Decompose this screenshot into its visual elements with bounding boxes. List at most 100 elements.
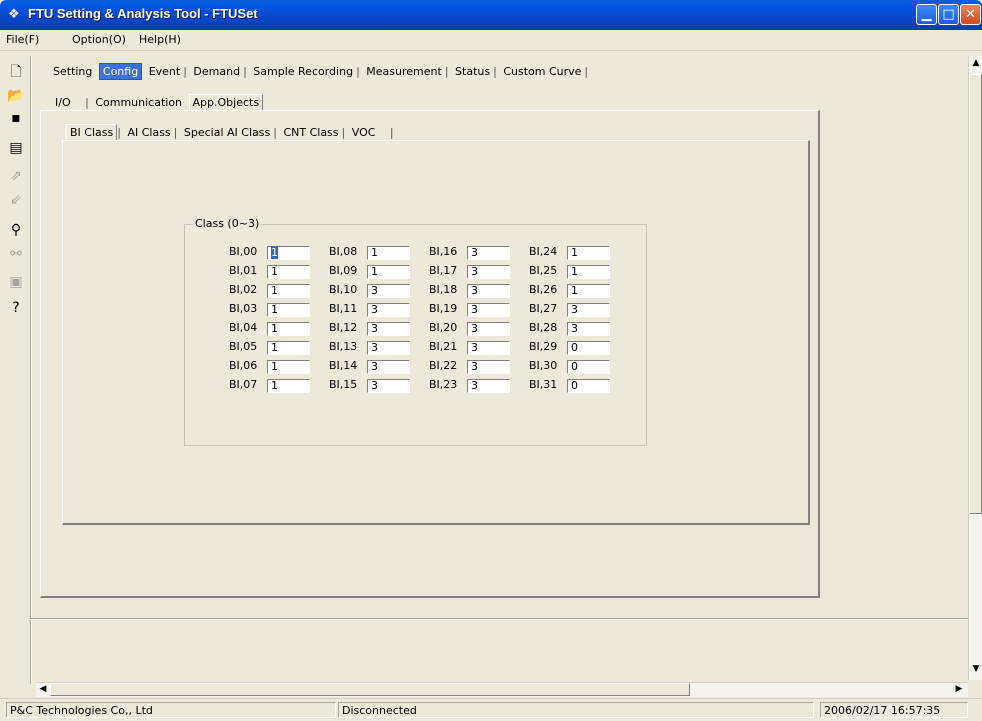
horizontal-scroll-thumb[interactable] [50, 683, 690, 696]
bi-class-value: 1 [271, 303, 278, 316]
tab-ai-class[interactable]: AI Class [124, 125, 173, 140]
bi-class-input[interactable]: 1 [267, 341, 310, 355]
bi-class-value: 3 [471, 379, 478, 392]
bi-class-input[interactable]: 3 [467, 360, 510, 374]
tab-cnt-class[interactable]: CNT Class [280, 125, 341, 140]
menu-help[interactable]: Help(H) [139, 33, 181, 46]
bi-class-input[interactable]: 3 [467, 284, 510, 298]
bi-class-input[interactable]: 1 [267, 379, 310, 393]
arrow-down-icon: ▼ [972, 664, 980, 674]
bi-class-input[interactable]: 3 [567, 303, 610, 317]
bi-class-input[interactable]: 3 [367, 303, 410, 317]
close-button[interactable]: ✕ [960, 4, 981, 25]
bi-class-input[interactable]: 1 [267, 284, 310, 298]
bi-class-input[interactable]: 3 [467, 379, 510, 393]
save-button[interactable]: ▪ [6, 108, 26, 128]
bi-label: BI,01 [229, 264, 258, 277]
satellite-dish-icon: ❖ [8, 7, 20, 22]
bi-class-value: 1 [571, 284, 578, 297]
bi-class-input[interactable]: 1 [367, 265, 410, 279]
bi-class-input[interactable]: 0 [567, 341, 610, 355]
disconnect-button[interactable]: ⚯ [6, 244, 26, 264]
bi-class-input[interactable]: 1 [567, 284, 610, 298]
tab-app-objects[interactable]: App.Objects [188, 94, 264, 110]
bi-class-input[interactable]: 1 [367, 246, 410, 260]
bi-class-value: 3 [371, 360, 378, 373]
scroll-left-button[interactable]: ◀ [36, 684, 50, 694]
tab-communication[interactable]: Communication [92, 95, 185, 110]
tab-measurement[interactable]: Measurement [363, 64, 445, 79]
maximize-icon: □ [942, 7, 955, 22]
bi-class-value: 3 [471, 360, 478, 373]
scroll-down-button[interactable]: ▼ [969, 664, 982, 674]
bi-label: BI,04 [229, 321, 258, 334]
bi-class-input[interactable]: 3 [567, 322, 610, 336]
tab-special-ai-class[interactable]: Special AI Class [181, 125, 273, 140]
tab-sample-recording[interactable]: Sample Recording [250, 64, 356, 79]
group-legend: Class (0~3) [193, 217, 262, 230]
list-view-icon: ▤ [9, 140, 23, 156]
window-title: FTU Setting & Analysis Tool - FTUSet [28, 6, 258, 21]
bi-label: BI,14 [329, 359, 358, 372]
bi-class-value: 3 [371, 303, 378, 316]
arrow-right-icon: ▶ [955, 684, 963, 694]
list-button[interactable]: ▤ [6, 138, 26, 158]
tab-io[interactable]: I/O [52, 95, 74, 110]
open-button[interactable]: 📂 [6, 86, 26, 106]
tab-status[interactable]: Status [452, 64, 493, 79]
tab-demand[interactable]: Demand [190, 64, 243, 79]
bi-class-input[interactable]: 1 [267, 303, 310, 317]
tab-event[interactable]: Event [146, 64, 184, 79]
new-button[interactable]: 🗋 [6, 62, 26, 82]
tab-voc[interactable]: VOC [349, 125, 379, 140]
bi-class-input[interactable]: 0 [567, 360, 610, 374]
vertical-scroll-thumb[interactable] [969, 74, 982, 514]
horizontal-scrollbar[interactable]: ◀ ▶ [36, 682, 968, 697]
bi-class-input[interactable]: 0 [567, 379, 610, 393]
minimize-button[interactable]: ▁ [916, 4, 937, 25]
bi-class-input[interactable]: 1 [267, 322, 310, 336]
status-bar: P&C Technologies Co,, Ltd Disconnected 2… [0, 698, 982, 721]
download-button[interactable]: ⇙ [6, 190, 26, 210]
tab-setting[interactable]: Setting [50, 64, 95, 79]
bi-label: BI,23 [429, 378, 458, 391]
monitor-button[interactable]: ▣ [6, 272, 26, 292]
bi-class-input[interactable]: 1 [267, 265, 310, 279]
bi-class-input[interactable]: 3 [367, 379, 410, 393]
bi-class-input[interactable]: 3 [467, 303, 510, 317]
bi-class-input[interactable]: 3 [467, 322, 510, 336]
help-button[interactable]: ? [6, 298, 26, 318]
bi-class-input[interactable]: 1 [567, 246, 610, 260]
vertical-scrollbar[interactable]: ▲ ▼ [968, 56, 982, 680]
title-bar[interactable]: ❖ FTU Setting & Analysis Tool - FTUSet ▁… [0, 0, 982, 30]
bi-label: BI,15 [329, 378, 358, 391]
maximize-button[interactable]: □ [938, 4, 959, 25]
menu-file[interactable]: File(F) [6, 33, 39, 46]
minimize-icon: ▁ [921, 7, 932, 22]
bi-class-input[interactable]: 1 [567, 265, 610, 279]
bi-class-input[interactable]: 3 [467, 246, 510, 260]
bi-class-input[interactable]: 1 [267, 360, 310, 374]
status-datetime: 2006/02/17 16:57:35 [820, 702, 968, 718]
bi-label: BI,30 [529, 359, 558, 372]
upload-button[interactable]: ⇗ [6, 166, 26, 186]
bi-class-input[interactable]: 3 [367, 284, 410, 298]
bi-class-input[interactable]: 3 [367, 322, 410, 336]
scroll-right-button[interactable]: ▶ [952, 684, 966, 694]
menu-option[interactable]: Option(O) [72, 33, 126, 46]
bi-class-input[interactable]: 3 [367, 360, 410, 374]
bi-class-input[interactable]: 1 [267, 246, 310, 260]
connect-button[interactable]: ⚲ [6, 220, 26, 240]
bi-class-input[interactable]: 3 [467, 341, 510, 355]
app-tab-row: BI Class | AI Class | Special AI Class | CN… [66, 124, 394, 140]
scroll-up-button[interactable]: ▲ [969, 58, 982, 68]
bi-class-value: 1 [271, 284, 278, 297]
bi-class-input[interactable]: 3 [467, 265, 510, 279]
disconnect-icon: ⚯ [10, 246, 22, 262]
tab-custom-curve[interactable]: Custom Curve [500, 64, 584, 79]
tab-bi-class[interactable]: BI Class [66, 124, 118, 140]
bi-label: BI,25 [529, 264, 558, 277]
bi-class-input[interactable]: 3 [367, 341, 410, 355]
bi-class-value: 1 [371, 246, 378, 259]
tab-config[interactable]: Config [98, 63, 143, 80]
